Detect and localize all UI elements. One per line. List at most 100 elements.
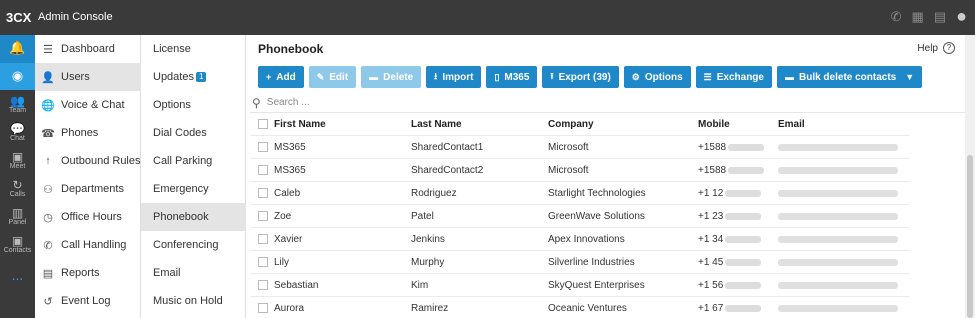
- rail-chat[interactable]: 💬 Chat: [0, 123, 35, 143]
- trash-icon: ▬: [369, 72, 379, 82]
- blurred-email: [778, 304, 898, 312]
- subnav-call-parking[interactable]: Call Parking: [141, 147, 246, 175]
- updates-badge: 1: [195, 72, 207, 82]
- secondary-nav: License Updates 1 Options Dial Codes Call…: [141, 35, 246, 318]
- row-checkbox[interactable]: [258, 188, 268, 198]
- help-link[interactable]: Help ?: [917, 42, 955, 54]
- nav-reports[interactable]: ▤ Reports: [35, 259, 141, 287]
- row-checkbox[interactable]: [258, 211, 268, 221]
- office-icon: ▯: [494, 71, 500, 82]
- column-first-name[interactable]: First Name: [274, 113, 404, 136]
- user-icon[interactable]: ●: [956, 6, 967, 27]
- nav-departments[interactable]: ⚇ Departments: [35, 175, 141, 203]
- add-button[interactable]: + Add: [258, 66, 304, 88]
- rail-contacts[interactable]: ▣ Contacts: [0, 235, 35, 255]
- search-input[interactable]: Search ...: [267, 97, 310, 108]
- rail-more[interactable]: ...: [0, 267, 35, 283]
- globe-icon: 🌐: [41, 99, 55, 112]
- table-row[interactable]: Sebastian Kim SkyQuest Enterprises +1 56: [250, 274, 910, 297]
- phonebook-table: First Name Last Name Company Mobile Emai…: [250, 113, 910, 318]
- blurred-email: [778, 212, 898, 220]
- row-checkbox[interactable]: [258, 165, 268, 175]
- rail-calls[interactable]: ↻ Calls: [0, 179, 35, 199]
- reports-icon: ▤: [42, 267, 54, 280]
- bulk-delete-button[interactable]: ▬ Bulk delete contacts ▼: [776, 66, 923, 88]
- nav-voice-chat[interactable]: 🌐 Voice & Chat: [35, 91, 141, 119]
- table-row[interactable]: MS365 SharedContact2 Microsoft +1588: [250, 159, 910, 182]
- gear-icon: ⚙: [631, 71, 640, 82]
- subnav-updates[interactable]: Updates 1: [141, 63, 246, 91]
- exchange-button[interactable]: ☰ Exchange: [695, 66, 772, 88]
- column-mobile[interactable]: Mobile: [698, 113, 773, 136]
- delete-button[interactable]: ▬ Delete: [361, 66, 422, 88]
- table-row[interactable]: Aurora Ramirez Oceanic Ventures +1 67: [250, 297, 910, 318]
- nav-office-hours[interactable]: ◷ Office Hours: [35, 203, 141, 231]
- page-title: Phonebook: [258, 42, 324, 56]
- column-last-name[interactable]: Last Name: [411, 113, 541, 136]
- blurred-mobile: [725, 212, 762, 220]
- table-row[interactable]: Lily Murphy Silverline Industries +1 45: [250, 251, 910, 274]
- app-logo: 3CX: [6, 10, 32, 25]
- search-icon: ⚲: [252, 95, 261, 110]
- row-checkbox[interactable]: [258, 142, 268, 152]
- export-button[interactable]: ⭱ Export (39): [542, 66, 619, 88]
- row-checkbox[interactable]: [258, 303, 268, 313]
- select-all-checkbox[interactable]: [258, 119, 268, 129]
- search-bar[interactable]: ⚲ Search ...: [250, 93, 965, 113]
- users-icon: 👤: [41, 71, 55, 84]
- blurred-email: [778, 281, 898, 289]
- column-company[interactable]: Company: [548, 113, 693, 136]
- blurred-mobile: [725, 304, 762, 312]
- nav-dashboard[interactable]: ☰ Dashboard: [35, 35, 141, 63]
- nav-phones[interactable]: ☎ Phones: [35, 119, 141, 147]
- nav-outbound-rules[interactable]: ↑ Outbound Rules: [35, 147, 141, 175]
- table-header: First Name Last Name Company Mobile Emai…: [250, 113, 910, 136]
- scrollbar-thumb[interactable]: [967, 155, 973, 318]
- dialpad-icon[interactable]: ▦: [912, 9, 924, 25]
- rail-meet[interactable]: ▣ Meet: [0, 151, 35, 171]
- rail-team[interactable]: 👥 Team: [0, 95, 35, 115]
- team-icon: 👥: [10, 94, 25, 108]
- blurred-email: [778, 258, 898, 266]
- subnav-dial-codes[interactable]: Dial Codes: [141, 119, 246, 147]
- main-content: Phonebook Help ? + Add ✎ Edit ▬ Delete ⭳ Imp…: [246, 35, 965, 318]
- nav-event-log[interactable]: ↺ Event Log: [35, 287, 141, 315]
- call-handling-icon: ✆: [43, 239, 53, 252]
- column-email[interactable]: Email: [778, 113, 910, 136]
- m365-button[interactable]: ▯ M365: [486, 66, 538, 88]
- browser-button[interactable]: ◉: [0, 63, 35, 90]
- options-button[interactable]: ⚙ Options: [623, 66, 691, 88]
- row-checkbox[interactable]: [258, 280, 268, 290]
- vertical-scrollbar[interactable]: [965, 35, 975, 318]
- export-icon: ⭱: [550, 71, 554, 81]
- subnav-music-on-hold[interactable]: Music on Hold: [141, 287, 246, 315]
- subnav-emergency[interactable]: Emergency: [141, 175, 246, 203]
- blurred-email: [778, 143, 898, 151]
- notifications-button[interactable]: 🔔: [0, 35, 35, 63]
- toolbar: + Add ✎ Edit ▬ Delete ⭳ Import ▯ M365 ⭱ Export…: [258, 66, 923, 88]
- subnav-license[interactable]: License: [141, 35, 246, 63]
- rail-panel[interactable]: ▥ Panel: [0, 207, 35, 227]
- table-row[interactable]: Zoe Patel GreenWave Solutions +1 23: [250, 205, 910, 228]
- departments-icon: ⚇: [43, 183, 53, 196]
- blurred-mobile: [728, 143, 765, 151]
- table-row[interactable]: MS365 SharedContact1 Microsoft +1588: [250, 136, 910, 159]
- table-row[interactable]: Caleb Rodriguez Starlight Technologies +…: [250, 182, 910, 205]
- contacts-icon: ▣: [11, 234, 24, 248]
- edit-button[interactable]: ✎ Edit: [308, 66, 357, 88]
- arrow-up-icon: ↑: [45, 155, 51, 167]
- blurred-email: [778, 235, 898, 243]
- table-row[interactable]: Xavier Jenkins Apex Innovations +1 34: [250, 228, 910, 251]
- subnav-email[interactable]: Email: [141, 259, 246, 287]
- row-checkbox[interactable]: [258, 257, 268, 267]
- import-button[interactable]: ⭳ Import: [426, 66, 482, 88]
- phone-icon[interactable]: ✆: [891, 9, 902, 25]
- row-checkbox[interactable]: [258, 234, 268, 244]
- subnav-phonebook[interactable]: Phonebook: [141, 203, 246, 231]
- nav-users[interactable]: 👤 Users: [35, 63, 141, 91]
- subnav-conferencing[interactable]: Conferencing: [141, 231, 246, 259]
- primary-nav: ☰ Dashboard 👤 Users 🌐 Voice & Chat ☎ Pho…: [35, 35, 141, 318]
- nav-call-handling[interactable]: ✆ Call Handling: [35, 231, 141, 259]
- book-icon[interactable]: ▤: [934, 9, 946, 25]
- subnav-options[interactable]: Options: [141, 91, 246, 119]
